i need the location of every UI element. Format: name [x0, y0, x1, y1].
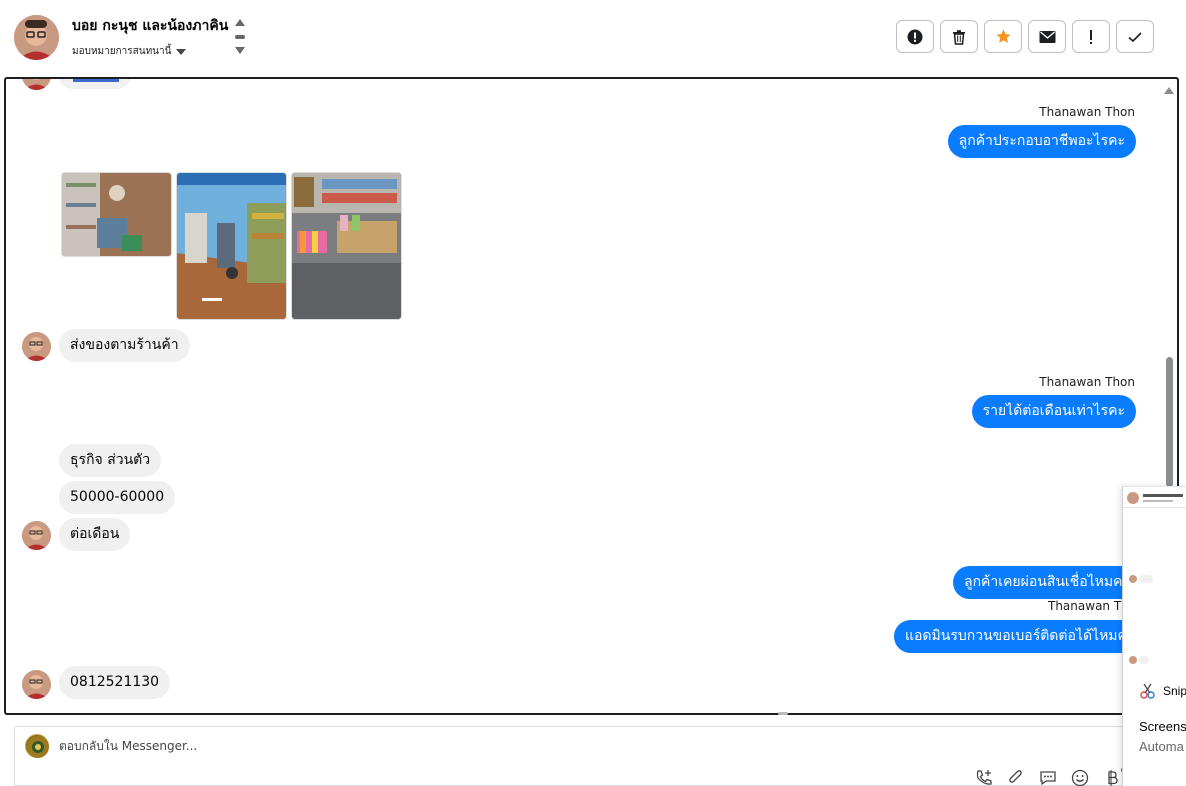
delete-button[interactable]	[940, 20, 978, 53]
contact-avatar-small	[22, 79, 51, 90]
screenshot-thumbnail	[1123, 487, 1186, 667]
sender-name: Thanawan Thon	[1039, 375, 1135, 389]
resize-handle[interactable]	[778, 712, 788, 715]
message-incoming[interactable]: ต่อเดือน	[59, 518, 131, 551]
trash-icon	[953, 29, 965, 45]
reply-composer	[14, 726, 1128, 786]
message-outgoing[interactable]: ลูกค้าเคยผ่อนสินเชื่อไหมคะ	[953, 566, 1142, 599]
scroll-up-arrow-icon[interactable]	[1164, 87, 1174, 94]
currency-icon[interactable]	[1103, 769, 1121, 786]
star-icon	[995, 29, 1011, 43]
paperclip-icon[interactable]	[1007, 769, 1025, 786]
star-button[interactable]	[984, 20, 1022, 53]
inbox-window: บอย กะนุช และน้องภาคิน มอบหมายการสนทนานี…	[0, 0, 1186, 786]
snipping-tool-icon	[1140, 683, 1155, 699]
composer-tools	[975, 769, 1121, 786]
mark-unread-button[interactable]	[1028, 20, 1066, 53]
priority-stepper[interactable]	[234, 18, 246, 60]
selected-text-highlight	[73, 79, 119, 82]
arrow-down-icon[interactable]	[235, 47, 245, 54]
conversation-actions	[896, 20, 1154, 53]
assign-conversation-dropdown[interactable]: มอบหมายการสนทนานี้	[72, 44, 187, 59]
chevron-down-icon	[176, 48, 187, 55]
scrollbar-thumb[interactable]	[1166, 357, 1173, 487]
snip-notification-panel[interactable]: Snip Screens Automa	[1122, 486, 1186, 786]
checkmark-icon	[1128, 31, 1142, 42]
message-incoming[interactable]: 50000-60000	[59, 481, 176, 514]
message-incoming[interactable]: ธุรกิจ ส่วนตัว	[59, 444, 162, 477]
message-incoming[interactable]: ส่งของตามร้านค้า	[59, 329, 190, 362]
snip-toast[interactable]: Snip Screens Automa	[1123, 667, 1186, 786]
contact-name: บอย กะนุช และน้องภาคิน	[72, 18, 229, 34]
snip-app-name: Snip	[1163, 684, 1186, 698]
follow-up-button[interactable]	[1072, 20, 1110, 53]
arrow-up-icon[interactable]	[235, 19, 245, 26]
priority-level-icon	[235, 35, 245, 39]
message-bubble-partial	[59, 79, 131, 89]
envelope-icon	[1039, 30, 1055, 43]
conversation-header: บอย กะนุช และน้องภาคิน มอบหมายการสนทนานี…	[0, 0, 1186, 76]
contact-avatar-small	[22, 670, 51, 699]
spam-button[interactable]	[896, 20, 934, 53]
message-outgoing[interactable]: ลูกค้าประกอบอาชีพอะไรคะ	[947, 125, 1136, 158]
mark-done-button[interactable]	[1116, 20, 1154, 53]
message-outgoing[interactable]: รายได้ต่อเดือนเท่าไรคะ	[971, 395, 1136, 428]
contact-avatar[interactable]	[14, 15, 59, 60]
exclamation-circle-icon	[907, 29, 923, 44]
page-avatar	[25, 734, 49, 758]
message-incoming[interactable]: 0812521130	[59, 666, 171, 699]
call-add-icon[interactable]	[975, 769, 993, 786]
sender-name: Thanawan Thon	[1039, 105, 1135, 119]
photo-attachment[interactable]	[176, 172, 287, 320]
message-thread[interactable]: Thanawan Thon ลูกค้าประกอบอาชีพอะไรคะ ส่…	[4, 77, 1179, 715]
message-outgoing[interactable]: แอดมินรบกวนขอเบอร์ติดต่อได้ไหมคะ	[894, 620, 1146, 653]
assign-label: มอบหมายการสนทนานี้	[72, 46, 172, 57]
reply-input[interactable]	[59, 739, 659, 753]
exclamation-icon	[1090, 29, 1092, 44]
snip-subtitle: Automa	[1139, 739, 1184, 754]
contact-avatar-small	[22, 521, 51, 550]
saved-replies-icon[interactable]	[1039, 769, 1057, 786]
snip-title: Screens	[1139, 719, 1186, 734]
contact-avatar-small	[22, 332, 51, 361]
photo-attachment[interactable]	[291, 172, 402, 320]
photo-attachment[interactable]	[61, 172, 172, 257]
emoji-icon[interactable]	[1071, 769, 1089, 786]
